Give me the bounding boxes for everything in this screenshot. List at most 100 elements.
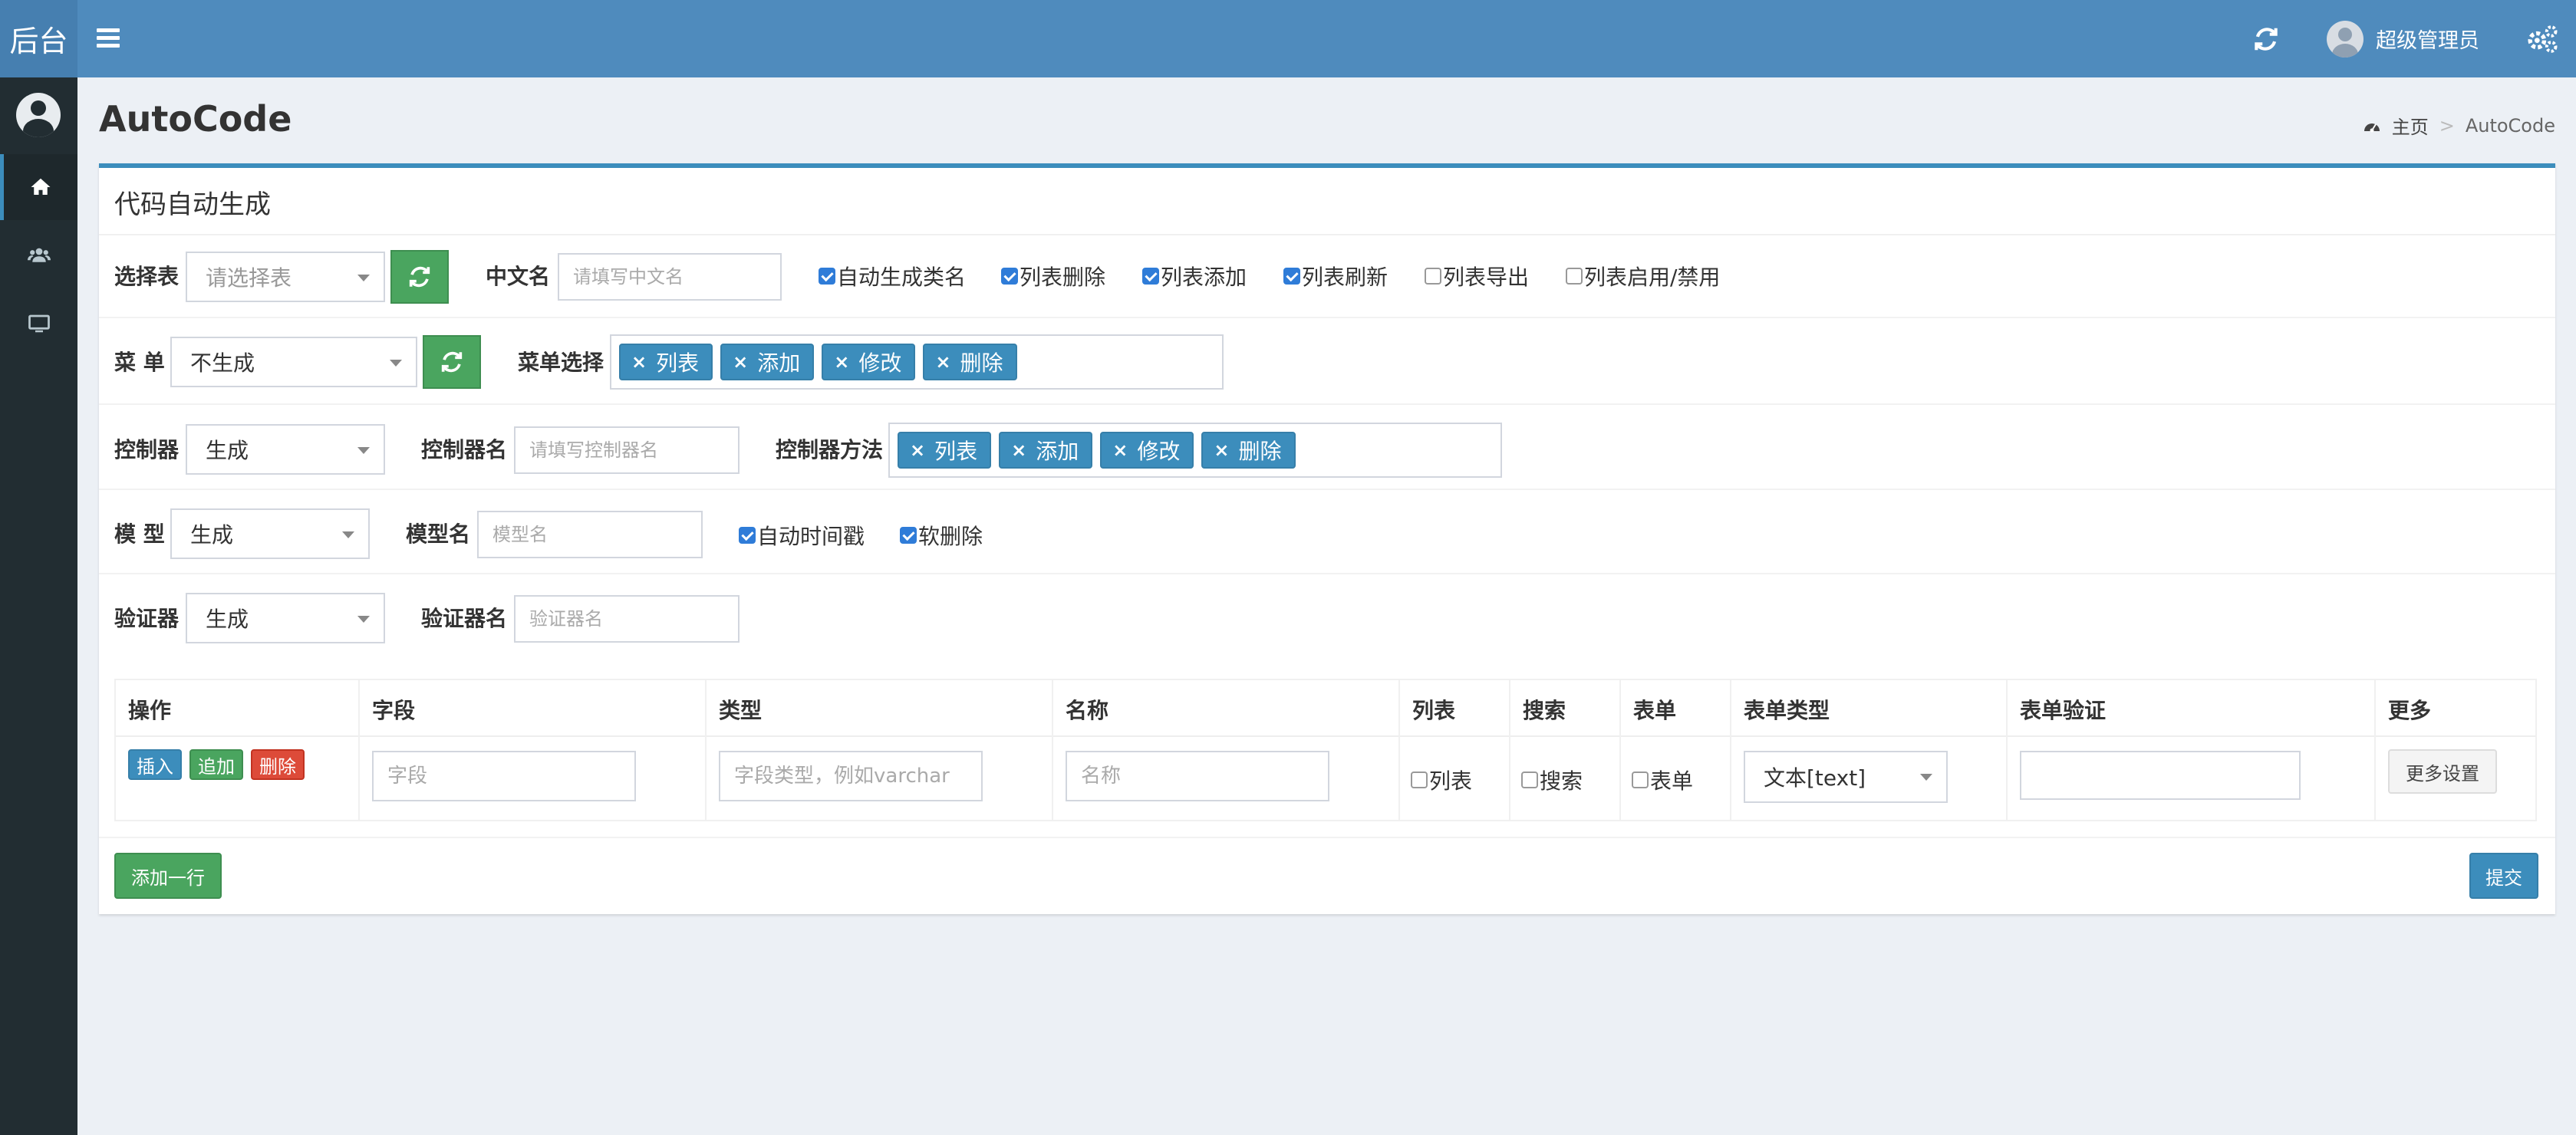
append-row-button[interactable]: 追加 [189,749,243,780]
checkbox-checked[interactable] [1142,268,1159,285]
breadcrumb: 主页 > AutoCode [2363,112,2555,139]
menu-select[interactable]: 不生成 [170,337,417,387]
validator-name-label: 验证器名 [421,606,508,631]
dashboard-icon [2364,123,2380,132]
option-list-add[interactable]: 列表添加 [1142,261,1247,291]
tag-remove-icon[interactable]: × [1112,439,1128,461]
submit-button[interactable]: 提交 [2469,853,2538,899]
option-soft-delete[interactable]: 软删除 [900,520,983,551]
checkbox-unchecked[interactable] [1632,771,1649,788]
sidebar-user-avatar[interactable] [16,93,61,137]
tag-remove-icon[interactable]: × [1214,439,1229,461]
tag-remove-icon[interactable]: × [910,439,925,461]
breadcrumb-home-link[interactable]: 主页 [2392,112,2429,139]
controller-select-value: 生成 [206,438,249,463]
field-name-input[interactable] [372,751,636,801]
model-label: 模 型 [114,521,165,547]
option-list-export[interactable]: 列表导出 [1425,261,1529,291]
controller-method-tag-input[interactable]: × 列表 × 添加 × 修改 × 删除 [888,423,1502,478]
checkbox-unchecked[interactable] [1521,771,1538,788]
home-icon [31,178,51,195]
user-menu[interactable]: 超级管理员 [2327,20,2479,58]
tag-remove-icon[interactable]: × [1011,439,1026,461]
page-title: AutoCode [99,98,292,140]
insert-row-button[interactable]: 插入 [128,749,182,780]
gears-icon[interactable] [2525,24,2559,54]
field-form-checkbox[interactable]: 表单 [1632,765,1693,795]
form-type-select[interactable]: 文本[text] [1744,751,1948,803]
field-list-checkbox[interactable]: 列表 [1411,765,1472,795]
refresh-tables-button[interactable] [390,250,449,304]
breadcrumb-current: AutoCode [2465,114,2555,137]
tag-remove-icon[interactable]: × [935,351,950,373]
desktop-icon [28,314,50,333]
option-list-delete[interactable]: 列表删除 [1001,261,1105,291]
field-search-checkbox[interactable]: 搜索 [1521,765,1583,795]
model-select[interactable]: 生成 [170,508,370,559]
refresh-icon[interactable] [2252,25,2281,54]
column-header: 类型 [719,698,763,723]
validator-name-input[interactable] [514,595,740,643]
refresh-menu-button[interactable] [423,335,481,389]
chevron-down-icon [357,447,370,454]
add-row-button[interactable]: 添加一行 [114,853,222,899]
column-header: 表单 [1633,698,1677,723]
breadcrumb-separator: > [2439,114,2455,137]
menu-tag: × 删除 [923,344,1017,380]
sidebar-item-desktop[interactable] [0,291,77,357]
checkbox-unchecked[interactable] [1411,771,1428,788]
menu-choose-label: 菜单选择 [518,350,604,375]
menu-tag: × 修改 [822,344,916,380]
checkbox-checked[interactable] [739,527,756,544]
menu-tag-input[interactable]: × 列表 × 添加 × 修改 × 删除 [610,334,1224,390]
option-auto-class-name[interactable]: 自动生成类名 [819,261,966,291]
checkbox-checked[interactable] [1283,268,1300,285]
chevron-down-icon [357,275,370,281]
divider [99,489,2555,490]
column-header: 表单验证 [2020,698,2107,723]
table-row: 插入 追加 删除 列表 搜索 表单 文本[text] 更多设置 [116,737,2535,821]
app-logo[interactable]: 后台 [0,0,77,77]
field-title-input[interactable] [1066,751,1329,801]
autocode-form-box: 代码自动生成 选择表 请选择表 中文名 自动生成类名 列表删除 列表添加 列表刷… [99,163,2555,914]
option-list-toggle[interactable]: 列表启用/禁用 [1566,261,1720,291]
controller-select[interactable]: 生成 [186,424,385,475]
sidebar [0,77,77,1135]
chevron-down-icon [1920,774,1932,781]
form-type-select-value: 文本[text] [1764,765,1866,791]
sidebar-item-users[interactable] [0,222,77,288]
checkbox-unchecked[interactable] [1425,268,1441,285]
refresh-icon [441,351,463,373]
menu-tag: × 添加 [720,344,815,380]
field-type-input[interactable] [719,751,983,801]
controller-method-label: 控制器方法 [776,437,884,462]
checkbox-checked[interactable] [900,527,917,544]
tag-remove-icon[interactable]: × [631,351,647,373]
controller-tag: × 添加 [999,432,1093,469]
checkbox-unchecked[interactable] [1566,268,1583,285]
user-name: 超级管理员 [2376,29,2479,53]
checkbox-checked[interactable] [1001,268,1018,285]
navbar-right: 超级管理员 [2252,0,2576,77]
cn-name-input[interactable] [558,253,782,301]
tag-remove-icon[interactable]: × [834,351,849,373]
controller-name-input[interactable] [514,426,740,474]
model-name-input[interactable] [477,511,703,558]
controller-label: 控制器 [114,437,180,462]
tag-remove-icon[interactable]: × [733,351,748,373]
validator-select[interactable]: 生成 [186,593,385,643]
sidebar-toggle-bars-icon[interactable] [97,28,120,48]
controller-tag: × 删除 [1201,432,1296,469]
delete-row-button[interactable]: 删除 [251,749,305,780]
checkbox-checked[interactable] [819,268,835,285]
cn-name-label: 中文名 [486,264,551,289]
validator-select-value: 生成 [206,607,249,632]
form-validation-input[interactable] [2020,751,2301,800]
table-select[interactable]: 请选择表 [186,252,385,302]
divider [99,837,2555,838]
sidebar-item-home[interactable] [0,154,77,220]
more-settings-button[interactable]: 更多设置 [2388,749,2497,794]
option-list-refresh[interactable]: 列表刷新 [1283,261,1388,291]
column-header: 操作 [128,698,172,723]
option-auto-timestamp[interactable]: 自动时间戳 [739,520,865,551]
